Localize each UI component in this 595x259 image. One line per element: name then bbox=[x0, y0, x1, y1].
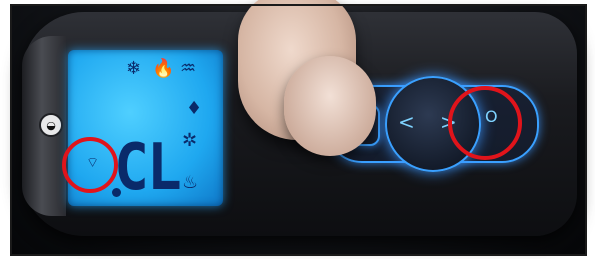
left-arrow-key[interactable]: < bbox=[398, 112, 415, 132]
flame-icon: 🔥 bbox=[152, 58, 175, 79]
snowflake-icon: ❄ bbox=[126, 58, 142, 79]
snowflake-icon: ✲ bbox=[182, 130, 198, 151]
thumb-tip bbox=[284, 56, 376, 156]
thermostat-icon: ♒ bbox=[180, 58, 197, 79]
left-callout-circle bbox=[62, 137, 118, 193]
brand-logo: ◒ bbox=[39, 113, 63, 137]
flame-small-icon: ♦ bbox=[186, 98, 203, 119]
lcd-digits: CL bbox=[114, 129, 182, 205]
right-callout-circle bbox=[448, 86, 522, 160]
flame-icon: ♨ bbox=[182, 172, 199, 193]
